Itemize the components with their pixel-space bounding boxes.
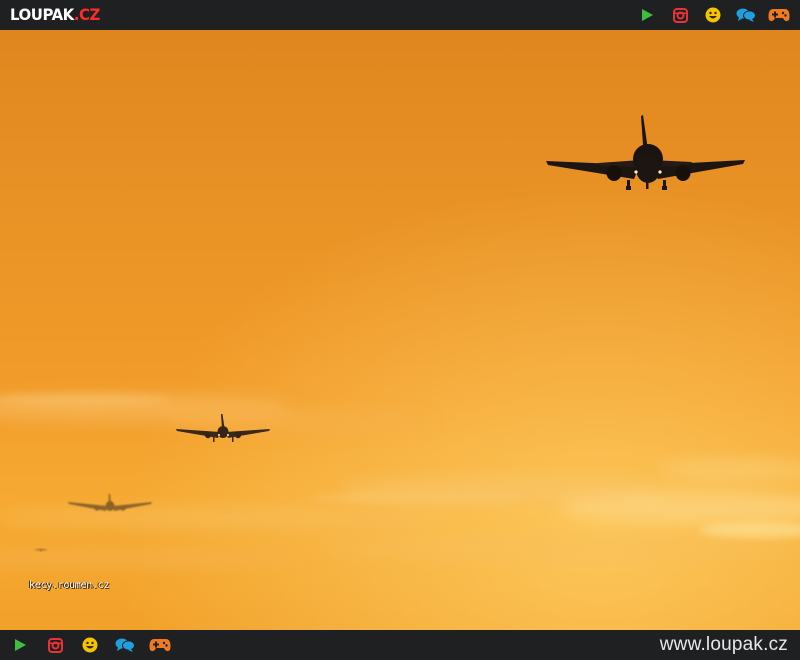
chat-icon[interactable] [735, 5, 757, 25]
page: LOUPAK .CZ kecy.roumen.cz www.loupak.cz [0, 0, 800, 660]
photo-sunset-airplanes [0, 30, 800, 630]
logo-text: LOUPAK [10, 5, 74, 25]
site-logo[interactable]: LOUPAK .CZ [10, 6, 100, 25]
smiley-icon[interactable] [79, 635, 101, 655]
chat-icon[interactable] [114, 635, 136, 655]
play-icon[interactable] [636, 5, 658, 25]
instagram-icon[interactable] [669, 5, 691, 25]
top-bar: LOUPAK .CZ [0, 0, 800, 30]
gamepad-icon[interactable] [768, 5, 790, 25]
site-url-link[interactable]: www.loupak.cz [660, 634, 788, 656]
smiley-icon[interactable] [702, 5, 724, 25]
gamepad-icon[interactable] [149, 635, 171, 655]
play-icon[interactable] [9, 635, 31, 655]
bottom-icon-row [0, 635, 175, 655]
watermark-text: kecy.roumen.cz [29, 580, 110, 591]
bottom-bar: www.loupak.cz [0, 630, 800, 660]
logo-tld: .CZ [73, 5, 101, 25]
instagram-icon[interactable] [44, 635, 66, 655]
top-icon-row [625, 5, 790, 25]
